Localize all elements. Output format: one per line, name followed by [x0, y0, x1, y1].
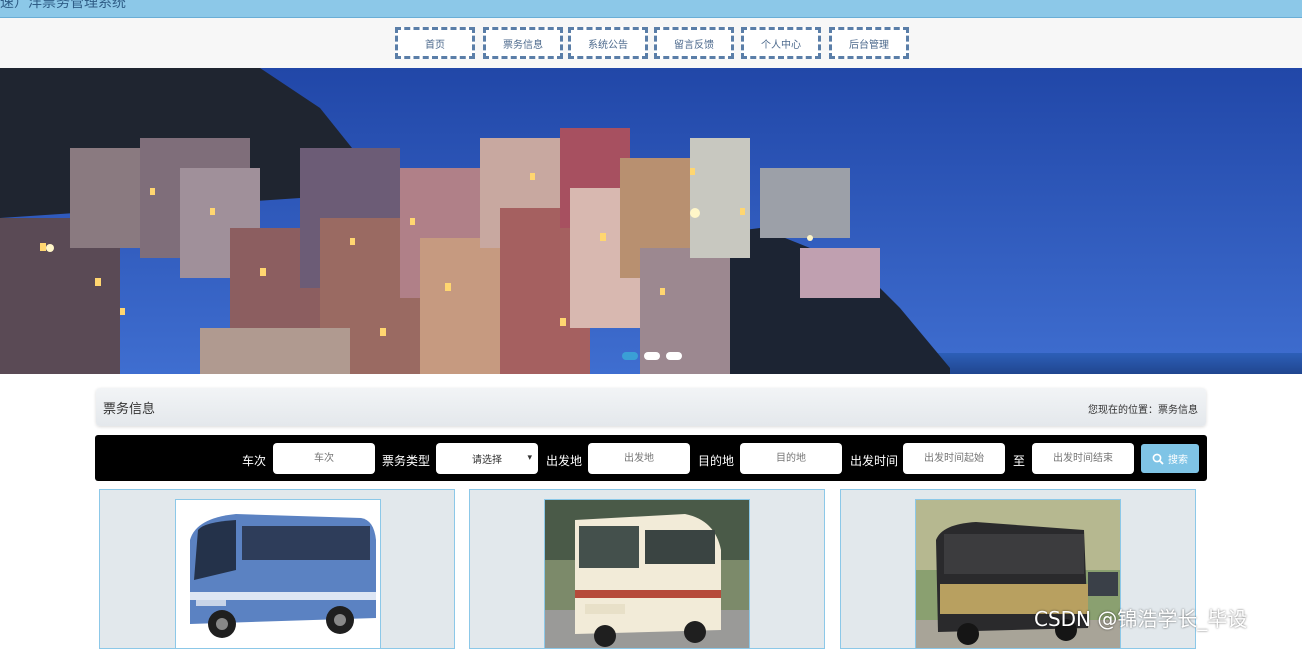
- carousel-indicators: [622, 352, 682, 360]
- ticket-type-select[interactable]: 请选择 ▾: [436, 443, 538, 474]
- train-label: 车次: [242, 454, 267, 468]
- search-button-label: 搜索: [1168, 455, 1188, 466]
- destination-label: 目的地: [698, 454, 735, 468]
- departure-input[interactable]: [588, 443, 690, 474]
- main-nav: 首页 票务信息 系统公告 留言反馈 个人中心 后台管理: [0, 18, 1302, 68]
- search-icon: [1152, 453, 1164, 465]
- time-start-input[interactable]: [903, 443, 1005, 474]
- blue-coach-bus-image: [176, 500, 380, 648]
- departure-time-label: 出发时间: [850, 454, 899, 468]
- carousel-dot[interactable]: [666, 352, 682, 360]
- bus-image[interactable]: [175, 499, 381, 649]
- nav-item-announcements[interactable]: 系统公告: [568, 27, 648, 59]
- time-separator: 至: [1013, 454, 1026, 468]
- nav-item-home[interactable]: 首页: [395, 27, 475, 59]
- departure-label: 出发地: [546, 454, 583, 468]
- cream-minibus-image: [545, 500, 749, 648]
- app-title: 速）洋票务管理系统: [0, 0, 126, 11]
- watermark: CSDN @锦浩学长_毕设: [1034, 607, 1248, 631]
- carousel-dot[interactable]: [622, 352, 638, 360]
- section-title: 票务信息: [103, 402, 156, 417]
- nav-item-admin[interactable]: 后台管理: [829, 27, 909, 59]
- chevron-down-icon: ▾: [527, 453, 532, 463]
- carousel-dot[interactable]: [644, 352, 660, 360]
- breadcrumb: 您现在的位置：票务信息: [1088, 405, 1198, 416]
- search-bar: 车次 票务类型 请选择 ▾ 出发地 目的地 出发时间 至 搜索: [95, 435, 1207, 481]
- ticket-card[interactable]: [99, 489, 455, 649]
- section-header: 票务信息 您现在的位置：票务信息: [96, 388, 1206, 426]
- title-bar: 速）洋票务管理系统: [0, 0, 1302, 18]
- ticket-type-value: 请选择: [472, 455, 502, 466]
- bus-image[interactable]: [544, 499, 750, 649]
- train-input[interactable]: [273, 443, 375, 474]
- ticket-type-label: 票务类型: [382, 454, 431, 468]
- nav-item-tickets[interactable]: 票务信息: [483, 27, 563, 59]
- time-end-input[interactable]: [1032, 443, 1134, 474]
- banner-image: [0, 68, 1302, 374]
- nav-item-feedback[interactable]: 留言反馈: [654, 27, 734, 59]
- nav-item-profile[interactable]: 个人中心: [741, 27, 821, 59]
- ticket-card[interactable]: [469, 489, 825, 649]
- destination-input[interactable]: [740, 443, 842, 474]
- banner-carousel[interactable]: [0, 68, 1302, 374]
- search-button[interactable]: 搜索: [1141, 444, 1199, 473]
